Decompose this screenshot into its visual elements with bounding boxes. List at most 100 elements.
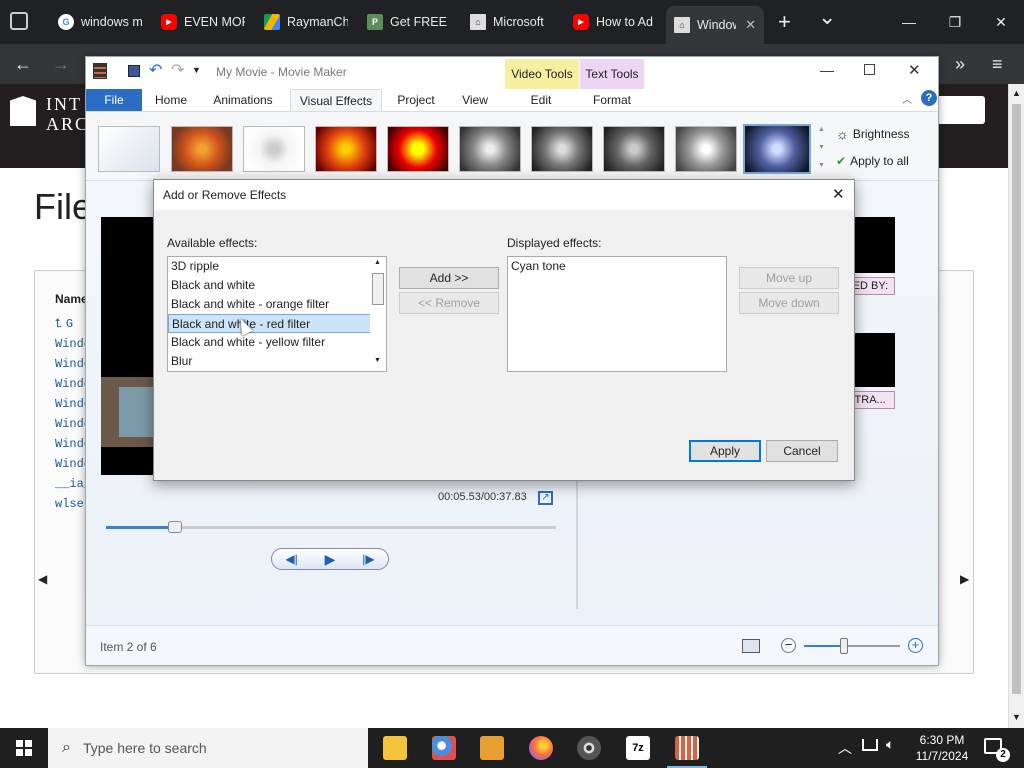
apply-to-all-button[interactable]: ✔ Apply to all	[836, 154, 909, 168]
back-icon[interactable]: ←	[14, 44, 32, 84]
show-hidden-icons[interactable]: ︿	[838, 738, 852, 758]
next-frame-icon[interactable]: |▶	[362, 552, 374, 566]
seek-bar[interactable]	[106, 521, 556, 533]
scroll-left-icon[interactable]: ◀	[38, 572, 47, 586]
apply-button[interactable]: Apply	[689, 440, 761, 462]
mm-close-icon[interactable]: ✕	[908, 61, 921, 79]
paint-icon[interactable]	[432, 736, 456, 760]
list-item[interactable]: Black and white - orange filter	[168, 295, 386, 314]
browser-tab[interactable]: G windows m	[50, 6, 150, 38]
list-item[interactable]: Black and white	[168, 276, 386, 295]
clock[interactable]: 6:30 PM 11/7/2024	[912, 732, 972, 764]
network-icon[interactable]	[862, 739, 878, 751]
cancel-button[interactable]: Cancel	[766, 440, 838, 462]
available-effects-list[interactable]: 3D ripple Black and white Black and whit…	[167, 256, 387, 372]
browser-tab[interactable]: RaymanCh	[256, 6, 356, 38]
splitter[interactable]	[576, 469, 578, 609]
effect-thumb[interactable]	[171, 126, 233, 172]
redo-icon[interactable]: ↷	[171, 60, 184, 80]
film-reel-icon[interactable]	[577, 736, 601, 760]
video-app-icon[interactable]	[480, 736, 504, 760]
new-tab-button[interactable]: +	[778, 9, 791, 35]
close-window-icon[interactable]: ✕	[978, 0, 1024, 44]
move-up-button[interactable]: Move up	[739, 267, 839, 289]
list-item[interactable]: Cyan tone	[508, 257, 726, 276]
close-tab-icon[interactable]: ✕	[745, 17, 756, 33]
fullscreen-icon[interactable]: ↗	[538, 491, 553, 505]
list-item-selected[interactable]: Black and white - red filter	[168, 314, 386, 333]
zoom-out-icon[interactable]: −	[781, 638, 796, 653]
collapse-ribbon-icon[interactable]: ︿	[902, 91, 912, 106]
restore-icon[interactable]: ❐	[932, 0, 978, 44]
zoom-in-icon[interactable]: +	[908, 638, 923, 653]
parent-link[interactable]: ⮤ G	[55, 316, 73, 331]
tab-project[interactable]: Project	[388, 89, 444, 111]
effect-thumb-none[interactable]	[98, 126, 160, 172]
scroll-up-icon[interactable]: ▲	[1012, 88, 1021, 98]
page-scrollbar[interactable]: ▲ ▼	[1008, 84, 1024, 728]
list-item[interactable]: 3D ripple	[168, 257, 386, 276]
zoom-slider[interactable]	[804, 638, 900, 654]
tab-actions-icon[interactable]	[10, 12, 28, 30]
move-down-button[interactable]: Move down	[739, 292, 839, 314]
effect-thumb[interactable]	[387, 126, 449, 172]
list-scroll-up-icon[interactable]: ▲	[374, 259, 381, 266]
save-icon[interactable]	[128, 65, 140, 77]
undo-icon[interactable]: ↶	[149, 60, 162, 80]
help-icon[interactable]: ?	[921, 90, 937, 106]
tab-home[interactable]: Home	[146, 89, 196, 111]
gallery-up-icon[interactable]: ▲	[818, 126, 825, 133]
more-tools-icon[interactable]: »	[955, 44, 965, 84]
list-scroll-down-icon[interactable]: ▼	[374, 357, 381, 364]
previous-frame-icon[interactable]: ◀|	[285, 552, 297, 566]
scroll-right-icon[interactable]: ▶	[960, 572, 969, 586]
effect-thumb-cyan-tone[interactable]	[743, 124, 811, 174]
qat-dropdown-icon[interactable]: ▼	[192, 65, 201, 75]
mm-minimize-icon[interactable]: —	[820, 62, 834, 78]
gallery-more-icon[interactable]: ▼	[818, 162, 825, 169]
minimize-icon[interactable]: —	[886, 0, 932, 44]
scroll-thumb[interactable]	[1012, 104, 1021, 694]
browser-tab[interactable]: ▶ EVEN MOR	[153, 6, 253, 38]
browser-tab-active[interactable]: ⌂ Window ✕	[666, 6, 764, 44]
browser-tab[interactable]: ⌂ Microsoft	[462, 6, 562, 38]
effect-thumb[interactable]	[459, 126, 521, 172]
scroll-down-icon[interactable]: ▼	[1012, 712, 1021, 722]
windows-start-icon[interactable]	[16, 740, 32, 756]
effect-thumb[interactable]	[243, 126, 305, 172]
list-item[interactable]: Blur	[168, 352, 386, 371]
effect-thumb[interactable]	[531, 126, 593, 172]
movie-maker-taskbar-icon[interactable]	[675, 736, 699, 760]
effect-thumb[interactable]	[603, 126, 665, 172]
tab-file[interactable]: File	[86, 89, 142, 111]
tab-format[interactable]: Format	[580, 89, 644, 111]
tab-view[interactable]: View	[450, 89, 500, 111]
menu-icon[interactable]: ≡	[992, 44, 1003, 84]
seek-thumb[interactable]	[168, 521, 182, 533]
displayed-effects-list[interactable]: Cyan tone	[507, 256, 727, 372]
add-button[interactable]: Add >>	[399, 267, 499, 289]
firefox-icon[interactable]	[529, 736, 553, 760]
list-scrollbar[interactable]: ▲ ▼	[370, 257, 386, 371]
tab-edit[interactable]: Edit	[506, 89, 576, 111]
effect-thumb[interactable]	[675, 126, 737, 172]
browser-tab[interactable]: ▶ How to Ad	[565, 6, 665, 38]
list-item[interactable]: Black and white - yellow filter	[168, 333, 386, 352]
taskbar-search[interactable]: ⌕ Type here to search	[48, 728, 368, 768]
mm-maximize-icon[interactable]	[864, 64, 875, 75]
effect-thumb[interactable]	[315, 126, 377, 172]
forward-icon[interactable]: →	[52, 44, 70, 84]
storyboard-view-icon[interactable]	[742, 639, 760, 653]
7zip-icon[interactable]: 7z	[626, 736, 650, 760]
tab-visual-effects[interactable]: Visual Effects	[290, 89, 382, 111]
site-logo[interactable]: INT ARC	[46, 94, 89, 134]
zoom-slider-thumb[interactable]	[840, 638, 848, 654]
play-icon[interactable]: ▶	[325, 551, 336, 568]
dialog-close-icon[interactable]: ✕	[832, 185, 845, 203]
tab-animations[interactable]: Animations	[204, 89, 282, 111]
remove-button[interactable]: << Remove	[399, 292, 499, 314]
list-scroll-thumb[interactable]	[372, 273, 384, 305]
brightness-button[interactable]: ☼ Brightness	[836, 126, 910, 142]
gallery-down-icon[interactable]: ▼	[818, 144, 825, 151]
tab-search-button[interactable]: ⌄	[818, 4, 836, 30]
